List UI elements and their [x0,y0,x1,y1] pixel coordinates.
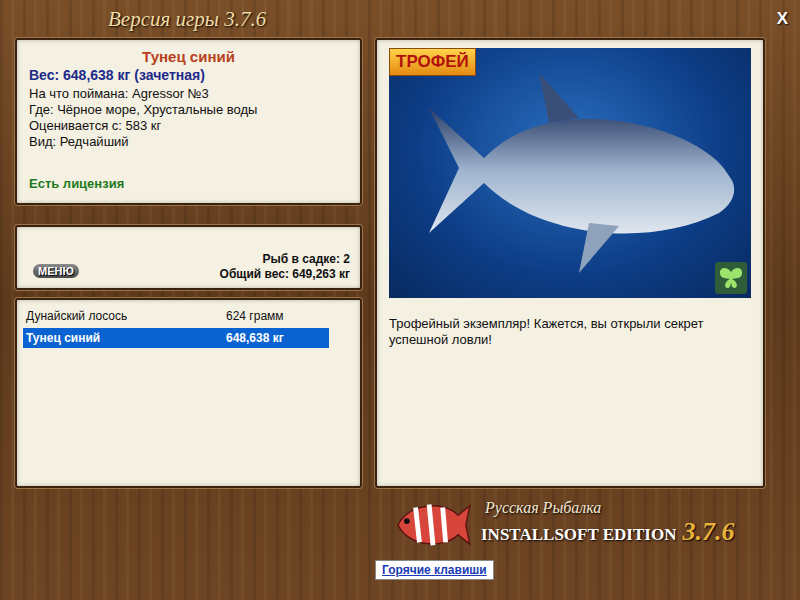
close-button[interactable]: X [777,9,788,29]
catch-row[interactable]: Тунец синий648,638 кг [23,328,329,348]
brand-version: 3.7.6 [682,517,734,547]
brand-edition: INSTALLSOFT EDITION [481,525,676,545]
catch-list: Дунайский лосось624 граммТунец синий648,… [15,298,362,488]
window-title: Версия игры 3.7.6 [108,7,266,32]
tuna-photo [389,48,751,298]
fish-detail: На что поймана: Agressor №3 [29,86,348,102]
fish-photo: ТРОФЕЙ [389,48,751,298]
butterfly-icon[interactable] [715,262,747,294]
fish-card: Тунец синий Вес: 648,638 кг (зачетная) На … [15,38,362,205]
total-weight: Общий вес: 649,263 кг [220,267,350,282]
brand-logo: Русская Рыбалка INSTALLSOFT EDITION 3.7.6 [375,488,765,554]
fish-weight: Вес: 648,638 кг (зачетная) [29,67,348,83]
fish-detail: Оценивается с: 583 кг [29,118,348,134]
title-bar: Версия игры 3.7.6 X [0,0,800,38]
hotkeys-link[interactable]: Горячие клавиши [375,560,494,580]
cage-panel: МЕНЮ Рыб в садке: 2Общий вес: 649,263 кг [15,225,362,290]
fish-detail: Где: Чёрное море, Хрустальные воды [29,102,348,118]
license-status: Есть лицензия [29,176,348,195]
fish-name: Тунец синий [29,48,348,65]
trophy-panel: ТРОФЕЙ Трофейный экземпляр! Кажется, вы о… [375,38,765,488]
brand-title: Русская Рыбалка [481,499,734,517]
trophy-badge: ТРОФЕЙ [389,48,476,76]
fish-count: Рыб в садке: 2 [220,252,350,267]
menu-button[interactable]: МЕНЮ [33,264,79,278]
fish-logo-icon [393,492,473,554]
trophy-message: Трофейный экземпляр! Кажется, вы открыли… [389,316,751,348]
catch-row[interactable]: Дунайский лосось624 грамм [23,306,329,326]
fish-detail: Вид: Редчайший [29,134,348,150]
game-window: Версия игры 3.7.6 X Тунец синий Вес: 648,63… [0,0,800,600]
